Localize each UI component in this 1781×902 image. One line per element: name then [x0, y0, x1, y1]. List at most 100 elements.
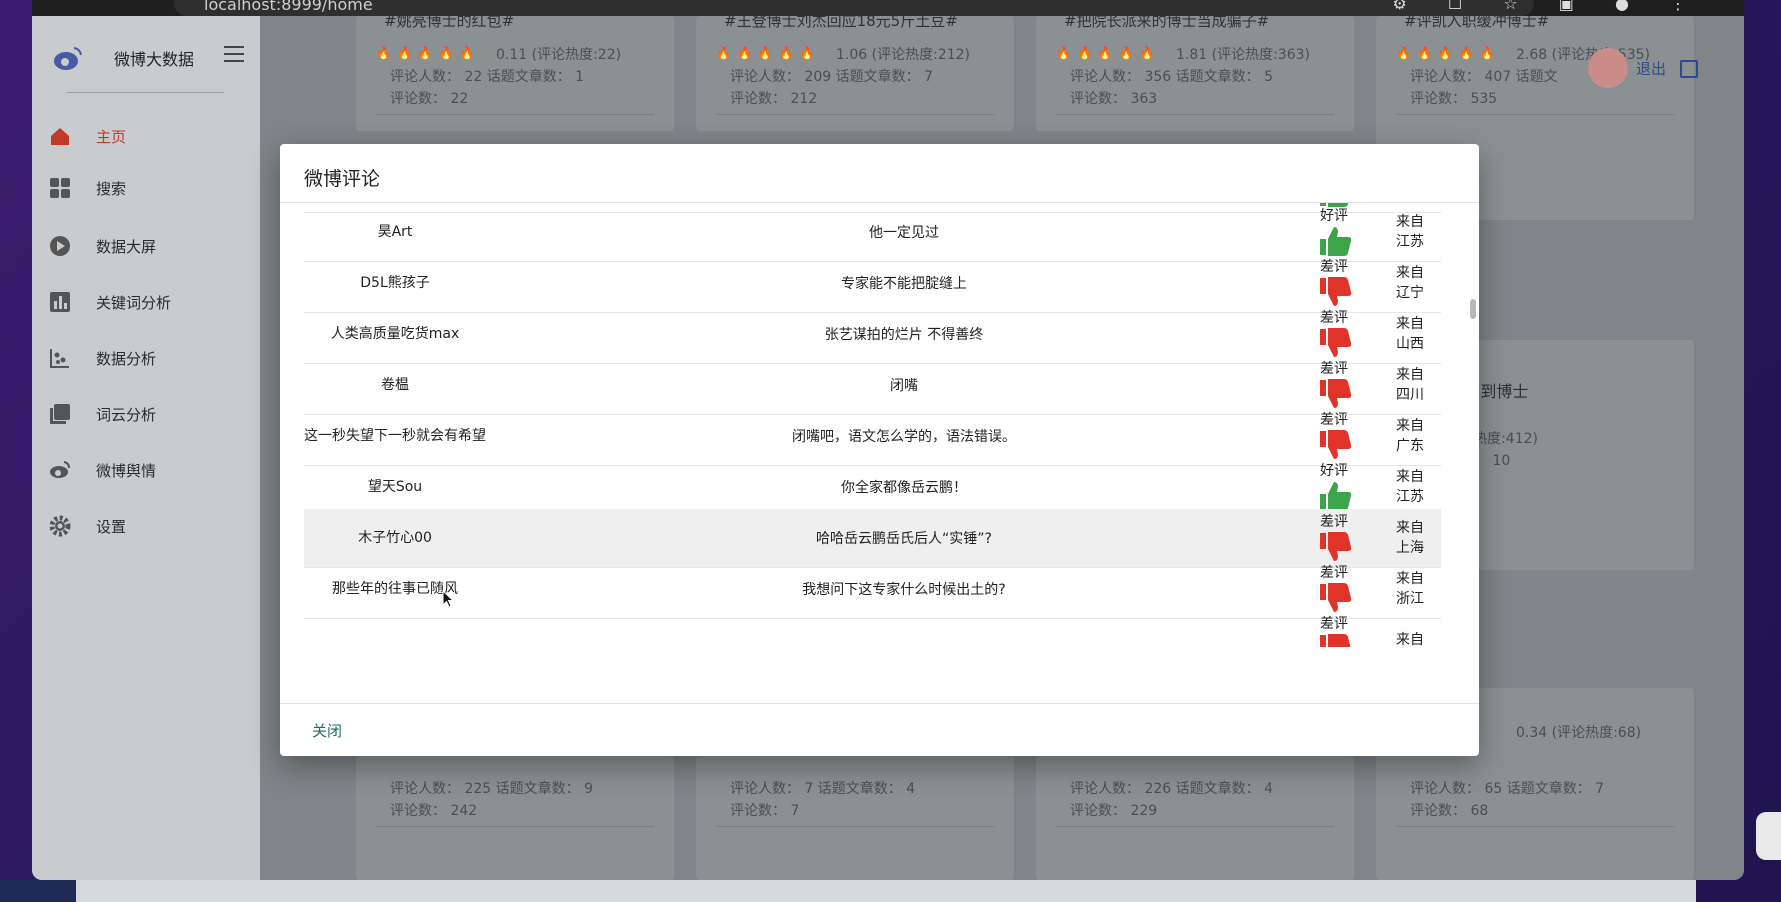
sentiment-cell: 差评 [1308, 305, 1360, 363]
logout-button[interactable]: 退出 [1636, 58, 1666, 79]
sidebar-item-settings[interactable]: 设置 [32, 506, 260, 546]
card-stats: 评论人数： 356 话题文章数： 5 [1070, 69, 1273, 85]
divider [280, 703, 1479, 704]
card-title: #姚亮博士的红包# [384, 16, 515, 30]
card-comments: 评论数： 229 [1070, 803, 1158, 819]
card-comments: 评论数： 363 [1070, 91, 1158, 107]
thumbs-up-icon [1320, 482, 1352, 511]
location-prefix: 来自 [1396, 316, 1424, 332]
avatar[interactable] [1588, 48, 1628, 88]
menu-toggle-icon[interactable] [224, 46, 244, 62]
taskbar [76, 880, 1696, 902]
divider [376, 826, 654, 827]
sidebar-item-sentiment[interactable]: 微博舆情 [32, 450, 260, 490]
sidebar-item-label: 微博舆情 [96, 461, 157, 480]
floating-widget-button[interactable] [1756, 812, 1781, 860]
topic-card[interactable]: #把院长派来的博士当成骗子# 🔥🔥🔥🔥🔥 1.81 (评论热度:363) 评论人… [1036, 16, 1354, 131]
browser-icons[interactable]: ⚙ ☐ ☆ ▣ ● ⋮ [1392, 0, 1704, 13]
comments-dialog: 微博评论 昊Art 他一定见过 好评 来自 江苏 D5L熊孩子 专家能不能把腚缝上 差评 来自辽… [280, 144, 1479, 756]
location-cell: 来自 广东 [1384, 407, 1436, 465]
thumbs-down-icon [1320, 532, 1352, 561]
sentiment-label: 差评 [1320, 616, 1348, 632]
logout-icon[interactable] [1680, 60, 1698, 78]
browser-toolbar: localhost:8999/home ⚙ ☐ ☆ ▣ ● ⋮ [32, 0, 1744, 16]
sidebar-item-wordcloud[interactable]: 词云分析 [32, 394, 260, 434]
scrollbar-thumb[interactable] [1470, 299, 1476, 319]
sentiment-cell: 差评 [1308, 509, 1360, 567]
sidebar-item-keyword[interactable]: 关键词分析 [32, 282, 260, 322]
topic-card[interactable]: #姚亮博士的红包# 🔥🔥🔥🔥🔥 0.11 (评论热度:22) 评论人数： 22 … [356, 16, 674, 131]
location-cell: 来自 江苏 [1384, 203, 1436, 261]
topic-card[interactable]: 评论人数： 7 话题文章数： 4 评论数： 7 [696, 756, 1014, 880]
sentiment-cell: 差评 [1308, 560, 1360, 618]
sidebar-item-label: 设置 [96, 517, 127, 536]
location-cell: 来自 上海 [1384, 509, 1436, 567]
card-stats: 评论人数： 407 话题文 [1410, 69, 1558, 85]
username-cell: 昊Art [377, 223, 413, 240]
card-stats: 评论人数： 7 话题文章数： 4 [730, 781, 916, 797]
sentiment-label: 差评 [1320, 412, 1348, 428]
username-cell [304, 611, 486, 647]
location-cell: 来自 [1384, 611, 1436, 647]
username-cell: 望天Sou [367, 478, 423, 495]
location-cell: 来自 浙江 [1384, 560, 1436, 618]
thumbs-up-icon [1320, 227, 1352, 256]
location-cell: 来自 江苏 [1384, 458, 1436, 516]
username-cell: 卷榅 [381, 376, 409, 393]
card-stats: 评论人数： 226 话题文章数： 4 [1070, 781, 1273, 797]
sidebar-item-home[interactable]: 主页 [32, 116, 260, 156]
location-region: 江苏 [1396, 234, 1424, 250]
weibo-icon [48, 458, 72, 482]
sentiment-cell: 好评 [1308, 458, 1360, 516]
topic-card[interactable]: 评论人数： 226 话题文章数： 4 评论数： 229 [1036, 756, 1354, 880]
sentiment-cell: 差评 [1308, 254, 1360, 312]
card-score: 2.68 (评论热度:535) [1516, 47, 1650, 63]
card-title: #王登博士刘杰回应18元5斤土豆# [724, 16, 958, 30]
divider [1396, 114, 1674, 115]
sidebar-item-analysis[interactable]: 数据分析 [32, 338, 260, 378]
divider [1056, 826, 1334, 827]
card-comments: 评论数： 212 [730, 91, 818, 107]
thumbs-down-icon [1320, 277, 1352, 306]
username-cell: 人类高质量吃货max [330, 325, 460, 342]
sentiment-label: 好评 [1320, 208, 1348, 224]
table-row[interactable]: 差评 来自 [304, 611, 1441, 647]
location-prefix: 来自 [1396, 520, 1424, 536]
card-title: #评凯入职缓冲博士# [1404, 16, 1550, 30]
card-comments: 评论数： 242 [390, 803, 478, 819]
flame-rating-icon: 🔥🔥🔥🔥🔥 [1396, 46, 1501, 60]
gear-icon [48, 514, 72, 538]
topic-card[interactable]: 评论人数： 225 话题文章数： 9 评论数： 242 [356, 756, 674, 880]
card-score: 0.11 (评论热度:22) [496, 47, 622, 63]
divider [716, 114, 994, 115]
location-cell: 来自 辽宁 [1384, 254, 1436, 312]
sidebar-item-dashboard[interactable]: 数据大屏 [32, 226, 260, 266]
location-prefix: 来自 [1396, 265, 1424, 281]
card-comments: 评论数： 7 [730, 803, 800, 819]
location-cell: 来自 山西 [1384, 305, 1436, 363]
address-bar[interactable]: localhost:8999/home [174, 0, 1534, 16]
close-button[interactable]: 关闭 [312, 720, 342, 741]
location-region: 辽宁 [1396, 285, 1424, 301]
comment-text-cell: 张艺谋拍的烂片 不得善终 [824, 327, 984, 343]
location-prefix: 来自 [1396, 367, 1424, 383]
sentiment-cell: 好评 [1308, 203, 1360, 261]
comment-text-cell: 闭嘴吧，语文怎么学的，语法错误。 [792, 429, 1016, 445]
dialog-title: 微博评论 [304, 168, 381, 190]
flame-rating-icon: 🔥🔥🔥🔥🔥 [716, 46, 821, 60]
thumbs-down-icon [1320, 583, 1352, 612]
divider [1056, 114, 1334, 115]
comment-text-cell: 专家能不能把腚缝上 [841, 276, 967, 292]
thumbs-down-icon [1320, 634, 1351, 647]
card-score: 1.81 (评论热度:363) [1176, 47, 1310, 63]
comment-text-cell: 你全家都像岳云鹏！ [841, 480, 967, 496]
comment-text-cell: 闭嘴 [890, 378, 918, 394]
location-region: 广东 [1396, 438, 1424, 454]
location-prefix: 来自 [1396, 418, 1424, 434]
location-region: 江苏 [1396, 489, 1424, 505]
dialog-scrollbar[interactable] [1468, 203, 1479, 703]
comments-table[interactable]: 昊Art 他一定见过 好评 来自 江苏 D5L熊孩子 专家能不能把腚缝上 差评 来自 辽宁 人类高质… [304, 203, 1441, 647]
sidebar-item-search[interactable]: 搜索 [32, 168, 260, 208]
comment-text-cell: 哈哈岳云鹏岳氏后人“实锤”? [816, 531, 992, 547]
topic-card[interactable]: #王登博士刘杰回应18元5斤土豆# 🔥🔥🔥🔥🔥 1.06 (评论热度:212) … [696, 16, 1014, 131]
